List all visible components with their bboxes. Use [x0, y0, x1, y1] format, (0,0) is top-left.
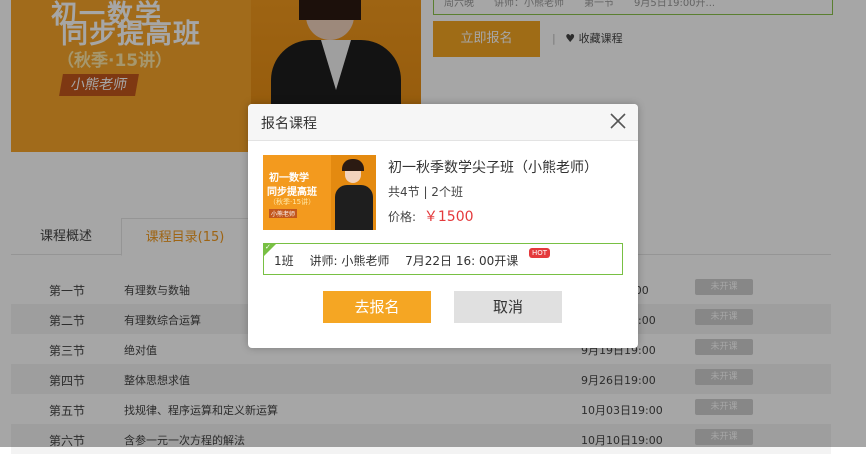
thumb-title-line1: 初一数学 — [269, 173, 309, 184]
course-name: 初一秋季数学尖子班（小熊老师） — [388, 160, 598, 176]
thumb-teacher-photo — [331, 155, 376, 230]
course-thumbnail: 初一数学 同步提高班 （秋季·15讲） 小熊老师 — [263, 155, 376, 230]
class-teacher: 讲师: 小熊老师 — [309, 254, 390, 268]
thumb-teacher-tag: 小熊老师 — [269, 209, 298, 218]
course-price: 价格: ￥1500 — [388, 206, 474, 226]
dialog-header: 报名课程 — [248, 104, 638, 141]
hot-badge: HOT — [529, 248, 551, 258]
confirm-enroll-button[interactable]: 去报名 — [323, 291, 431, 323]
close-icon[interactable] — [608, 111, 628, 131]
cancel-button[interactable]: 取消 — [454, 291, 562, 323]
class-option-text: 1班 讲师: 小熊老师 7月22日 16: 00开课 — [274, 252, 530, 269]
enroll-dialog: 报名课程 初一数学 同步提高班 （秋季·15讲） 小熊老师 初一秋季数学尖子班（… — [248, 104, 638, 348]
price-value: ￥1500 — [423, 209, 474, 225]
thumb-title-line2: 同步提高班 — [267, 187, 317, 198]
thumb-season: （秋季·15讲） — [269, 198, 316, 206]
price-label: 价格: — [388, 210, 417, 224]
class-option-selected[interactable]: ✓ 1班 讲师: 小熊老师 7月22日 16: 00开课 HOT — [263, 243, 623, 275]
course-meta: 共4节 | 2个班 — [388, 185, 463, 199]
class-name: 1班 — [274, 254, 294, 268]
dialog-title: 报名课程 — [261, 116, 317, 132]
check-icon: ✓ — [265, 243, 271, 251]
class-schedule: 7月22日 16: 00开课 — [405, 254, 519, 268]
